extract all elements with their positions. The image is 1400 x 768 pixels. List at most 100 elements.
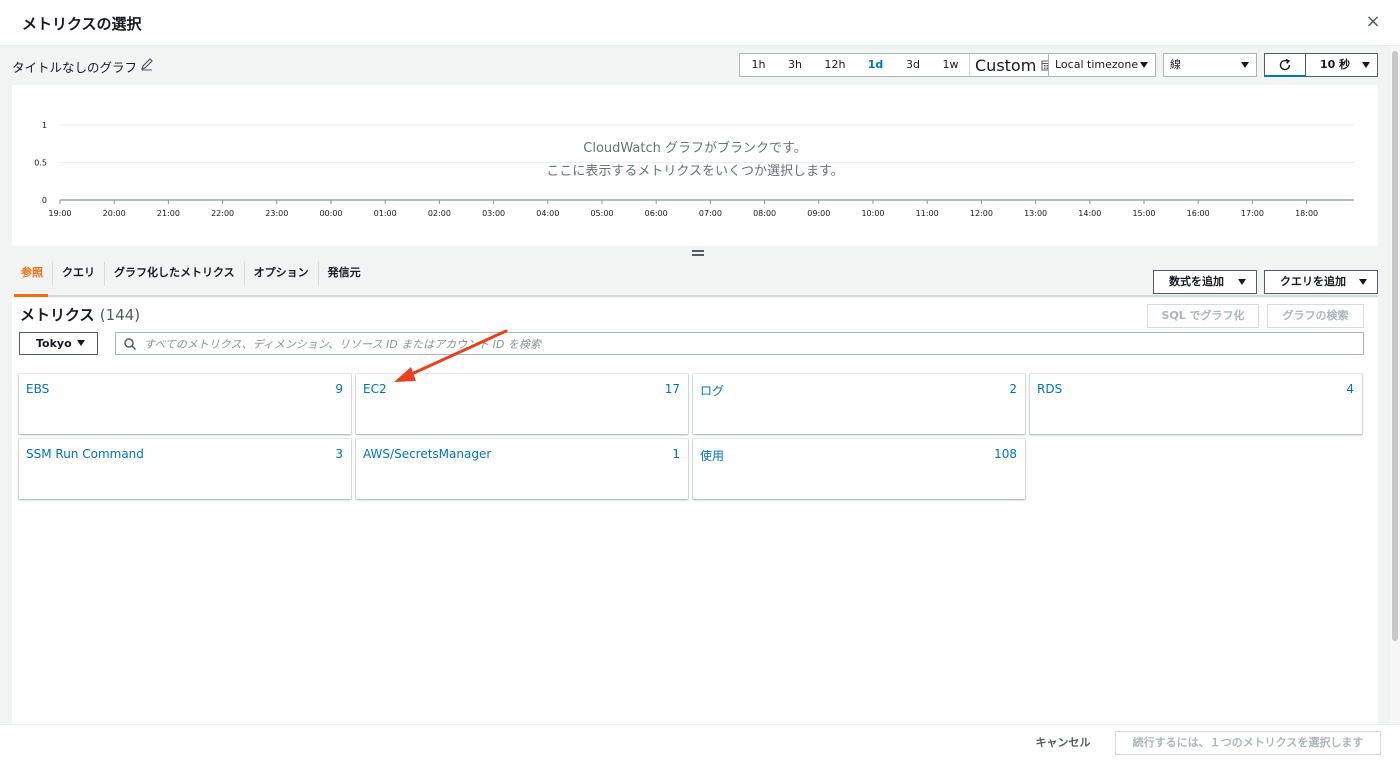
refresh-interval-value: 10 秒 bbox=[1320, 58, 1351, 71]
namespace-name[interactable]: SSM Run Command bbox=[26, 447, 144, 461]
select-metrics-modal: メトリクスの選択 × タイトルなしのグラフ 1h 3h 12h 1d 3d 1w Cust… bbox=[0, 0, 1400, 768]
namespace-count: 17 bbox=[664, 382, 680, 396]
x-tick-label: 05:00 bbox=[590, 209, 613, 218]
x-tick-label: 17:00 bbox=[1241, 209, 1264, 218]
x-tick-label: 04:00 bbox=[536, 209, 559, 218]
namespace-card[interactable]: SSM Run Command 3 bbox=[19, 439, 351, 499]
namespace-card[interactable]: EC2 17 bbox=[356, 374, 688, 434]
tab-divider bbox=[14, 295, 1378, 297]
metric-tabs: 参照 クエリ グラフ化したメトリクス オプション 発信元 bbox=[12, 262, 370, 286]
chevron-down-icon bbox=[77, 340, 85, 346]
namespace-card[interactable]: RDS 4 bbox=[1030, 374, 1362, 434]
metric-search-input[interactable]: すべてのメトリクス、ディメンション、リソース ID またはアカウント ID を検… bbox=[115, 332, 1364, 355]
namespace-name[interactable]: EBS bbox=[26, 382, 49, 396]
tab-3[interactable]: オプション bbox=[245, 262, 319, 286]
timezone-select[interactable]: Local timezone bbox=[1048, 53, 1156, 77]
y-tick-label: 0 bbox=[42, 196, 47, 205]
time-range-1h[interactable]: 1h bbox=[740, 54, 777, 76]
x-tick-label: 03:00 bbox=[482, 209, 505, 218]
x-tick-label: 06:00 bbox=[645, 209, 668, 218]
time-range-3h[interactable]: 3h bbox=[777, 54, 813, 76]
metric-graph: 1 0.5 0 19:00 20:00 21:00 22:00 23:00 00:00 01:00… bbox=[12, 85, 1378, 246]
x-tick-label: 18:00 bbox=[1295, 209, 1318, 218]
graph-search-button[interactable]: グラフの検索 bbox=[1267, 304, 1364, 328]
continue-button[interactable]: 続行するには、１つのメトリクスを選択します bbox=[1115, 731, 1381, 755]
x-tick-label: 16:00 bbox=[1187, 209, 1210, 218]
graph-title: タイトルなしのグラフ bbox=[12, 60, 138, 75]
x-tick-label: 11:00 bbox=[916, 209, 939, 218]
x-tick-label: 09:00 bbox=[807, 209, 830, 218]
namespace-card[interactable]: ログ 2 bbox=[693, 374, 1025, 434]
chevron-down-icon bbox=[1238, 279, 1246, 285]
region-value: Tokyo bbox=[36, 337, 72, 350]
refresh-icon bbox=[1279, 58, 1291, 71]
namespace-card[interactable]: EBS 9 bbox=[19, 374, 351, 434]
x-tick-label: 10:00 bbox=[861, 209, 884, 218]
chevron-down-icon bbox=[1241, 62, 1249, 68]
namespace-count: 2 bbox=[1009, 382, 1017, 396]
tab-4[interactable]: 発信元 bbox=[319, 262, 370, 286]
namespace-card[interactable]: 使用 108 bbox=[693, 439, 1025, 499]
x-tick-label: 20:00 bbox=[103, 209, 126, 218]
cancel-button[interactable]: キャンセル bbox=[1030, 734, 1096, 752]
add-query-label: クエリを追加 bbox=[1280, 275, 1346, 288]
timezone-value: Local timezone bbox=[1055, 58, 1139, 71]
namespace-count: 4 bbox=[1346, 382, 1354, 396]
x-tick-label: 19:00 bbox=[48, 209, 71, 218]
modal-title: メトリクスの選択 bbox=[22, 15, 142, 33]
time-range-1w[interactable]: 1w bbox=[932, 54, 969, 76]
edit-pencil-icon[interactable] bbox=[140, 57, 154, 71]
add-query-button[interactable]: クエリを追加 bbox=[1264, 270, 1378, 294]
x-tick-label: 02:00 bbox=[428, 209, 451, 218]
time-range-selector: 1h 3h 12h 1d 3d 1w Custom bbox=[739, 53, 1053, 77]
chevron-down-icon bbox=[1362, 62, 1370, 68]
resize-handle[interactable] bbox=[692, 250, 704, 256]
tab-2[interactable]: グラフ化したメトリクス bbox=[105, 262, 245, 286]
time-range-1d[interactable]: 1d bbox=[857, 54, 894, 76]
chart-type-value: 線 bbox=[1170, 58, 1181, 71]
close-icon[interactable]: × bbox=[1363, 12, 1383, 32]
metrics-heading: メトリクス (144) bbox=[20, 304, 140, 325]
modal-header: メトリクスの選択 × bbox=[0, 0, 1400, 46]
namespace-count: 108 bbox=[994, 447, 1017, 461]
refresh-button[interactable] bbox=[1264, 53, 1306, 77]
namespace-name[interactable]: RDS bbox=[1037, 382, 1062, 396]
x-tick-label: 14:00 bbox=[1078, 209, 1101, 218]
scrollbar[interactable] bbox=[1390, 46, 1400, 724]
namespace-name[interactable]: 使用 bbox=[700, 447, 724, 464]
refresh-active-underline bbox=[1264, 75, 1306, 77]
refresh-interval-select[interactable]: 10 秒 bbox=[1305, 53, 1378, 77]
namespace-name[interactable]: ログ bbox=[700, 382, 724, 399]
region-select[interactable]: Tokyo bbox=[19, 332, 98, 355]
time-range-3d[interactable]: 3d bbox=[894, 54, 932, 76]
y-tick-label: 1 bbox=[42, 121, 47, 130]
metrics-count: (144) bbox=[99, 306, 141, 324]
x-tick-label: 13:00 bbox=[1024, 209, 1047, 218]
scrollbar-thumb[interactable] bbox=[1392, 51, 1398, 641]
chevron-down-icon bbox=[1140, 62, 1148, 68]
tab-1[interactable]: クエリ bbox=[53, 262, 105, 286]
custom-range-button[interactable]: Custom bbox=[969, 54, 1053, 76]
add-math-button[interactable]: 数式を追加 bbox=[1153, 270, 1257, 294]
x-tick-label: 08:00 bbox=[753, 209, 776, 218]
search-icon bbox=[124, 338, 137, 351]
namespace-name[interactable]: EC2 bbox=[363, 382, 387, 396]
namespace-name[interactable]: AWS/SecretsManager bbox=[363, 447, 491, 461]
x-tick-label: 01:00 bbox=[374, 209, 397, 218]
custom-label: Custom bbox=[975, 55, 1037, 75]
metrics-title: メトリクス bbox=[20, 306, 95, 324]
chart-type-select[interactable]: 線 bbox=[1163, 53, 1257, 77]
x-tick-label: 00:00 bbox=[319, 209, 342, 218]
graph-with-sql-button[interactable]: SQL でグラフ化 bbox=[1147, 304, 1259, 328]
tab-0[interactable]: 参照 bbox=[12, 262, 53, 286]
namespace-card[interactable]: AWS/SecretsManager 1 bbox=[356, 439, 688, 499]
search-placeholder: すべてのメトリクス、ディメンション、リソース ID またはアカウント ID を検… bbox=[144, 338, 541, 351]
x-tick-label: 23:00 bbox=[265, 209, 288, 218]
x-tick-label: 15:00 bbox=[1132, 209, 1155, 218]
graph-search-label: グラフの検索 bbox=[1282, 309, 1349, 322]
empty-graph-message: CloudWatch グラフがブランクです。 bbox=[583, 141, 807, 156]
metrics-browser bbox=[12, 298, 1378, 724]
time-range-12h[interactable]: 12h bbox=[813, 54, 857, 76]
x-tick-label: 21:00 bbox=[157, 209, 180, 218]
x-tick-label: 22:00 bbox=[211, 209, 234, 218]
